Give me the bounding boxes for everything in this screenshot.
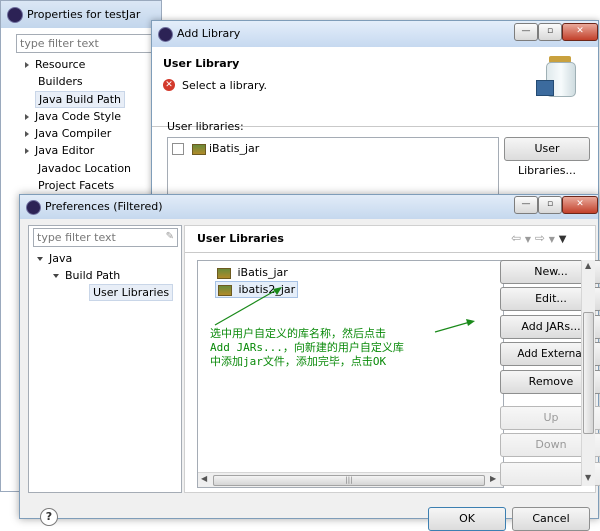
help-button[interactable]: ? <box>40 508 58 526</box>
expand-arrow-icon[interactable] <box>25 114 29 120</box>
close-button[interactable]: ✕ <box>562 23 598 41</box>
header-message: Select a library. <box>182 79 267 92</box>
tree-item-user-libraries[interactable]: User Libraries <box>89 284 174 301</box>
tree-item-java-compiler[interactable]: Java Compiler <box>25 127 111 140</box>
forward-menu-icon[interactable]: ▼ <box>549 235 555 244</box>
add-library-titlebar: Add Library — ▫ ✕ <box>152 21 598 47</box>
preferences-titlebar: Preferences (Filtered) — ▫ ✕ <box>20 195 598 219</box>
properties-title: Properties for testJar <box>27 8 141 21</box>
user-libraries-page: User Libraries ⇦ ▼ ⇨ ▼ ▼ iBatis_jar ibat… <box>184 225 600 493</box>
minimize-button[interactable]: — <box>514 23 538 41</box>
tree-item-java-editor[interactable]: Java Editor <box>25 144 94 157</box>
jar-icon <box>217 267 231 279</box>
jar-icon <box>191 143 206 155</box>
user-libraries-list[interactable]: iBatis_jar ibatis2_jar 选中用户自定义的库名称，然后点击 … <box>197 260 504 488</box>
nav-controls: ⇦ ▼ ⇨ ▼ ▼ <box>511 231 566 245</box>
error-icon: ✕ <box>163 79 175 91</box>
annotation-line: Add JARs...，向新建的用户自定义库 <box>210 341 404 354</box>
annotation-line: 选中用户自定义的库名称，然后点击 <box>210 327 386 340</box>
view-menu-icon[interactable]: ▼ <box>559 234 567 245</box>
tree-item-java-build-path[interactable]: Java Build Path <box>35 91 126 108</box>
horizontal-scrollbar[interactable]: ◀ ||| ▶ <box>198 472 503 487</box>
tree-item-build-path[interactable]: Build Path <box>53 269 120 282</box>
expand-arrow-icon[interactable] <box>25 62 29 68</box>
tree-item-javadoc-location[interactable]: Javadoc Location <box>38 162 131 175</box>
cancel-button[interactable]: Cancel <box>512 507 590 531</box>
list-item-selected[interactable]: ibatis2_jar <box>215 281 299 298</box>
tree-item-java-code-style[interactable]: Java Code Style <box>25 110 121 123</box>
clear-filter-icon[interactable]: ✎ <box>166 231 174 242</box>
filter-placeholder: type filter text <box>37 231 116 244</box>
tree-item-builders[interactable]: Builders <box>38 75 83 88</box>
forward-icon[interactable]: ⇨ <box>535 231 545 245</box>
back-menu-icon[interactable]: ▼ <box>525 235 531 244</box>
preferences-dialog: Preferences (Filtered) — ▫ ✕ type filter… <box>19 194 600 531</box>
tree-item-java[interactable]: Java <box>37 252 72 265</box>
user-libraries-label: User libraries: <box>167 120 244 133</box>
checkbox[interactable] <box>172 143 184 155</box>
add-library-header: User Library ✕ Select a library. <box>152 48 598 127</box>
scrollbar-thumb[interactable]: ||| <box>213 475 485 486</box>
annotation-text: 选中用户自定义的库名称，然后点击 Add JARs...，向新建的用户自定义库 … <box>210 327 404 369</box>
add-library-title: Add Library <box>177 27 241 40</box>
preferences-tree-panel: type filter text ✎ Java Build Path User … <box>28 225 182 493</box>
maximize-button[interactable]: ▫ <box>538 196 562 214</box>
eclipse-icon <box>158 27 173 42</box>
add-library-dialog: Add Library — ▫ ✕ User Library ✕ Select … <box>151 20 599 207</box>
jar-icon <box>218 284 232 296</box>
maximize-button[interactable]: ▫ <box>538 23 562 41</box>
annotation-line: 中添加jar文件，添加完毕，点击OK <box>210 355 387 368</box>
eclipse-icon <box>26 200 41 215</box>
eclipse-icon <box>7 7 23 23</box>
preferences-filter[interactable]: type filter text ✎ <box>33 228 178 247</box>
expand-arrow-icon[interactable] <box>25 131 29 137</box>
tree-item-project-facets[interactable]: Project Facets <box>38 179 114 192</box>
minimize-button[interactable]: — <box>514 196 538 214</box>
library-jar-icon <box>536 56 578 97</box>
back-icon[interactable]: ⇦ <box>511 231 521 245</box>
scroll-down-icon[interactable]: ▼ <box>585 473 591 482</box>
page-title: User Libraries <box>197 232 284 245</box>
list-item[interactable]: iBatis_jar <box>217 266 288 279</box>
close-button[interactable]: ✕ <box>562 196 598 214</box>
list-item[interactable]: iBatis_jar <box>172 142 259 155</box>
scroll-left-icon[interactable]: ◀ <box>201 474 207 483</box>
collapse-arrow-icon[interactable] <box>37 257 43 261</box>
ok-button[interactable]: OK <box>428 507 506 531</box>
expand-arrow-icon[interactable] <box>25 148 29 154</box>
header-title: User Library <box>163 57 240 70</box>
scroll-up-icon[interactable]: ▲ <box>585 261 591 270</box>
scroll-right-icon[interactable]: ▶ <box>490 474 496 483</box>
properties-titlebar: Properties for testJar <box>1 1 161 28</box>
scrollbar-thumb[interactable] <box>583 312 594 434</box>
properties-filter-input[interactable] <box>16 34 154 53</box>
vertical-scrollbar[interactable]: ▲ ▼ <box>581 260 595 486</box>
collapse-arrow-icon[interactable] <box>53 274 59 278</box>
user-libraries-button[interactable]: User Libraries... <box>504 137 590 177</box>
preferences-title: Preferences (Filtered) <box>45 200 163 213</box>
tree-item-resource[interactable]: Resource <box>25 58 85 71</box>
page-separator <box>185 252 595 253</box>
